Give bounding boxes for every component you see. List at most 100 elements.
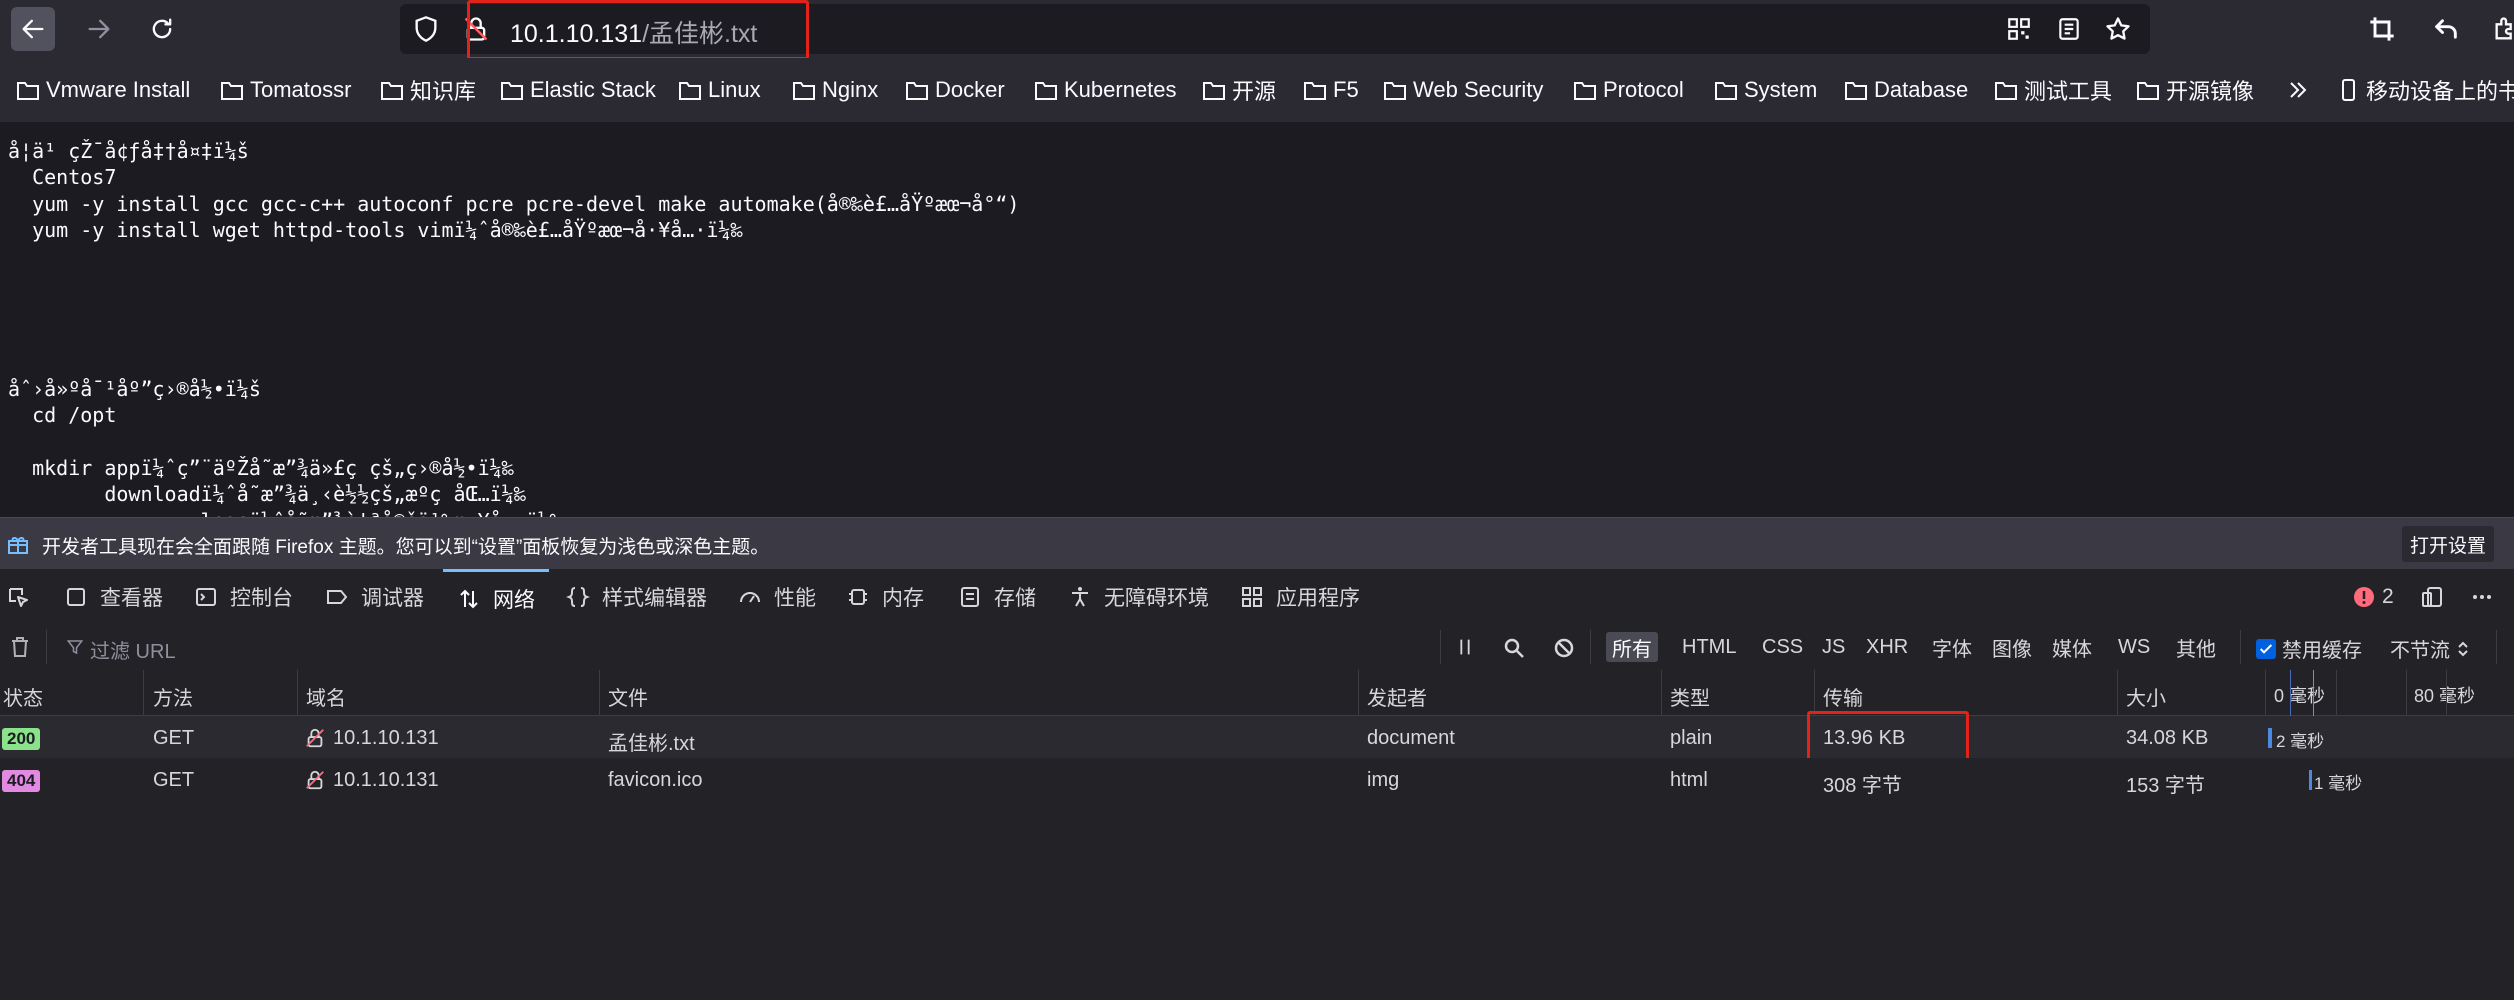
filter-funnel-icon [66,640,84,655]
tab-performance[interactable]: 性能 [738,569,816,625]
page-content: å¦ä¹ çŽ¯å¢ƒå‡†å¤‡ï¼š Centos7 yum -y inst… [0,122,2514,517]
request-file: 孟佳彬.txt [608,733,695,755]
filter-xhr[interactable]: XHR [1860,632,1914,662]
bookmark-folder[interactable]: 知识库 [380,74,476,106]
filter-media[interactable]: 媒体 [2046,632,2098,662]
tab-accessibility[interactable]: 无障碍环境 [1068,569,1209,625]
devtools-menu-button[interactable] [2470,569,2506,625]
folder-icon [679,82,701,100]
back-button[interactable] [11,7,55,51]
bookmarks-toolbar: Vmware Install Tomatossr 知识库 Elastic Sta… [0,58,2514,123]
tab-console[interactable]: 控制台 [194,569,293,625]
column-transfer[interactable]: 传输 [1823,682,1863,711]
tab-application[interactable]: 应用程序 [1240,569,1360,625]
reader-view-icon[interactable] [2056,16,2082,42]
url-highlight-box [467,0,809,60]
tab-label: 网络 [493,588,535,612]
bookmark-folder[interactable]: Vmware Install [16,74,190,106]
tab-debugger[interactable]: 调试器 [325,569,424,625]
table-row[interactable]: 200 GET 10.1.10.131 孟佳彬.txt document pla… [0,716,2514,758]
tab-style-editor[interactable]: 样式编辑器 [566,569,707,625]
column-domain[interactable]: 域名 [306,682,346,711]
trash-icon[interactable] [8,635,32,659]
arrow-right-icon [88,19,110,39]
responsive-design-button[interactable] [2420,569,2456,625]
tab-network[interactable]: 网络 [443,569,549,625]
bookmark-folder[interactable]: Linux [678,74,761,106]
forward-button[interactable] [77,7,121,51]
text-line: mkdir appï¼ˆç”¨äºŽå­˜æ”¾ä»£ç çš„ç›®å½•ï¼… [8,455,514,480]
bookmark-folder[interactable]: Protocol [1573,74,1684,106]
bookmark-folder[interactable]: Kubernetes [1034,74,1177,106]
table-row[interactable]: 404 GET 10.1.10.131 favicon.ico img html… [0,758,2514,800]
filter-all[interactable]: 所有 [1606,632,1658,662]
waterfall-label: 2 毫秒 [2276,732,2325,751]
bookmark-folder[interactable]: System [1714,74,1817,106]
qr-code-icon[interactable] [2006,16,2032,42]
text-line: Centos7 [8,165,117,190]
filter-css[interactable]: CSS [1756,632,1809,662]
waterfall-tick-0: 0 毫秒 [2274,686,2326,706]
column-method[interactable]: 方法 [153,682,193,711]
network-arrows-icon [460,589,478,608]
column-type[interactable]: 类型 [1670,682,1710,711]
filter-html[interactable]: HTML [1676,632,1742,662]
bookmark-folder[interactable]: Tomatossr [220,74,351,106]
insecure-lock-icon [306,770,324,790]
bookmark-folder[interactable]: Database [1844,74,1968,106]
bookmark-folder[interactable]: Nginx [792,74,878,106]
extensions-button[interactable] [2484,7,2514,51]
bookmark-folder[interactable]: F5 [1303,74,1359,106]
bookmark-folder[interactable]: Elastic Stack [500,74,656,106]
bookmark-folder[interactable]: 测试工具 [1994,74,2112,106]
pause-icon[interactable] [1454,636,1476,658]
filter-ws[interactable]: WS [2112,632,2156,662]
column-initiator[interactable]: 发起者 [1367,682,1427,711]
folder-icon [17,82,39,100]
bookmark-folder[interactable]: Web Security [1383,74,1543,106]
element-picker-button[interactable] [6,569,42,625]
bookmark-star-icon[interactable] [2104,15,2132,43]
folder-icon [1203,82,1225,100]
bookmark-folder[interactable]: 开源 [1202,74,1276,106]
tab-memory[interactable]: 内存 [846,569,924,625]
more-bookmarks-button[interactable] [2286,74,2316,106]
bookmark-folder[interactable]: Docker [905,74,1005,106]
filter-js[interactable]: JS [1816,632,1851,662]
column-size[interactable]: 大小 [2126,682,2166,711]
filter-other[interactable]: 其他 [2170,632,2222,662]
bookmark-label: Nginx [822,77,879,102]
reload-button[interactable] [140,7,184,51]
waterfall-bar [2268,728,2272,748]
request-table-header: 状态 方法 域名 文件 发起者 类型 传输 大小 0 毫秒 80 毫秒 [0,670,2514,716]
column-file[interactable]: 文件 [608,682,648,711]
screenshot-button[interactable] [2360,7,2404,51]
throttle-select[interactable]: 不节流 [2390,634,2470,663]
bookmark-label: 测试工具 [2024,79,2113,104]
tab-label: 查看器 [100,587,163,610]
folder-icon [501,82,523,100]
tab-inspector[interactable]: 查看器 [64,569,163,625]
filter-url-input[interactable]: 过滤 URL [90,635,176,664]
undo-button[interactable] [2424,7,2468,51]
waterfall-label: 1 毫秒 [2314,774,2363,793]
error-count-badge[interactable]: 2 [2352,569,2394,625]
column-status[interactable]: 状态 [3,682,43,711]
disable-cache-toggle[interactable]: 禁用缓存 [2256,634,2362,663]
open-settings-button[interactable]: 打开设置 [2402,526,2494,562]
filter-images[interactable]: 图像 [1986,632,2038,662]
bookmark-label: 知识库 [410,79,477,104]
shield-icon[interactable] [412,15,440,43]
bookmark-folder[interactable]: 开源镜像 [2136,74,2254,106]
checkmark-icon [2259,643,2273,654]
tab-storage[interactable]: 存储 [958,569,1036,625]
mobile-bookmarks-folder[interactable]: 移动设备上的书签 [2336,74,2514,106]
more-dots-icon [2473,595,2491,599]
block-icon[interactable] [1552,636,1576,660]
folder-icon [1304,82,1326,100]
search-icon[interactable] [1502,636,1526,660]
checkbox-checked[interactable] [2256,638,2276,659]
filter-fonts[interactable]: 字体 [1926,632,1978,662]
bookmark-label: F5 [1333,77,1359,102]
mobile-device-icon [2342,79,2355,101]
